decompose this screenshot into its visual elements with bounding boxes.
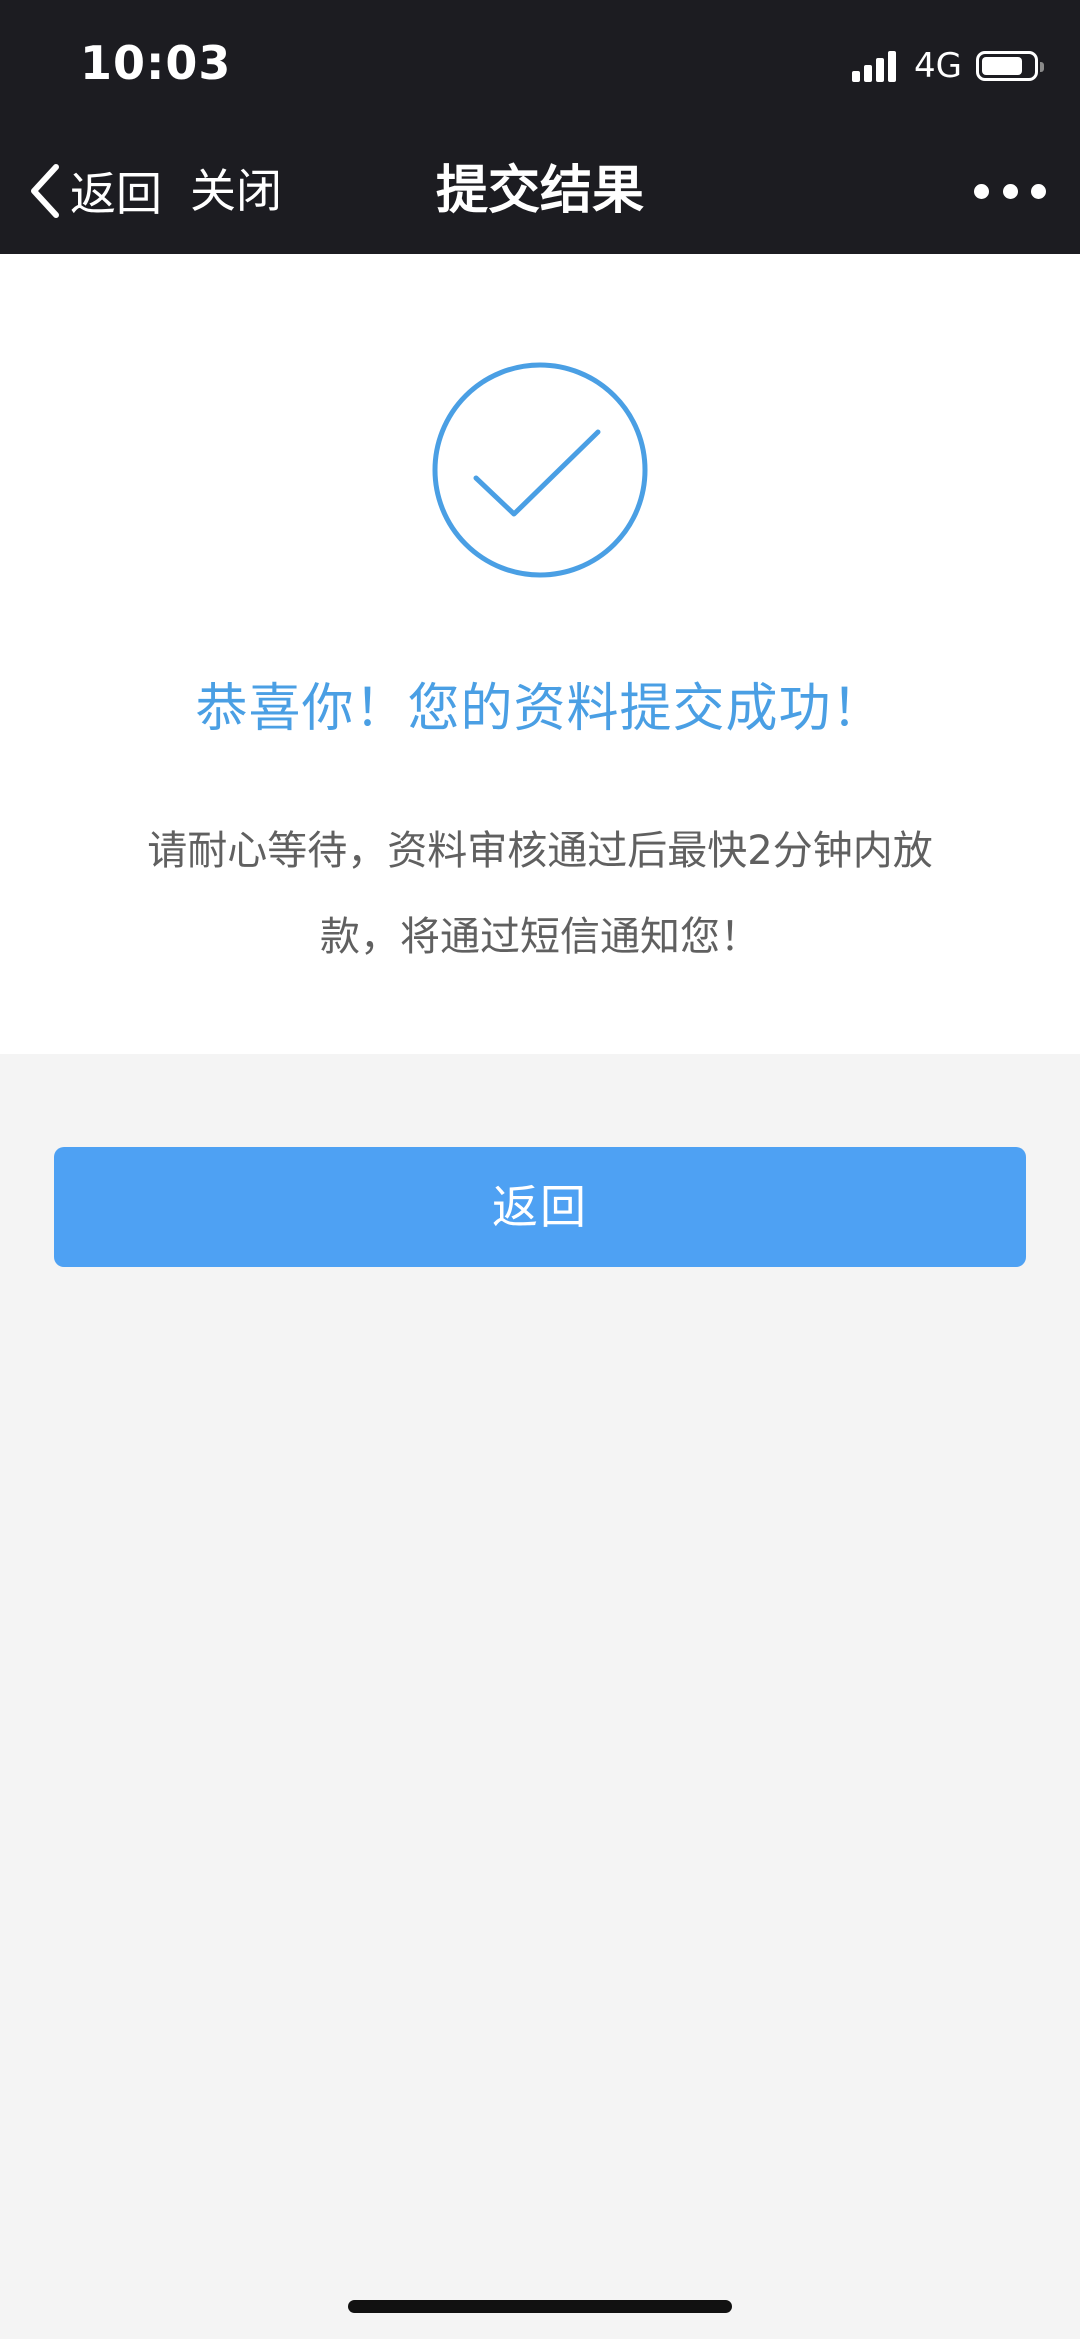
more-dot-icon bbox=[1002, 183, 1018, 199]
status-time: 10:03 bbox=[80, 36, 232, 90]
more-dot-icon bbox=[974, 183, 989, 199]
return-button[interactable]: 返回 bbox=[54, 1147, 1026, 1267]
battery-icon bbox=[976, 51, 1044, 81]
home-indicator bbox=[348, 2300, 732, 2313]
network-type: 4G bbox=[914, 46, 962, 86]
description-line: 款，将通过短信通知您！ bbox=[320, 914, 760, 960]
navigation-bar: 返回 关闭 提交结果 bbox=[0, 128, 1080, 254]
page-title: 提交结果 bbox=[435, 161, 644, 221]
signal-icon bbox=[852, 50, 900, 82]
success-title: 恭喜你！您的资料提交成功！ bbox=[195, 679, 885, 739]
status-indicators: 4G bbox=[852, 46, 1044, 86]
top-bar: 10:03 4G 返回 关闭 提交结果 bbox=[0, 0, 1080, 254]
result-card: 恭喜你！您的资料提交成功！ 请耐心等待，资料审核通过后最快2分钟内放 款，将通过… bbox=[0, 254, 1080, 1054]
success-check-icon bbox=[432, 362, 648, 578]
description-line: 请耐心等待，资料审核通过后最快2分钟内放 bbox=[147, 828, 933, 874]
more-options-button[interactable] bbox=[974, 168, 1046, 214]
success-description: 请耐心等待，资料审核通过后最快2分钟内放 款，将通过短信通知您！ bbox=[120, 808, 960, 980]
battery-level bbox=[982, 57, 1022, 75]
more-dot-icon bbox=[1031, 183, 1046, 199]
